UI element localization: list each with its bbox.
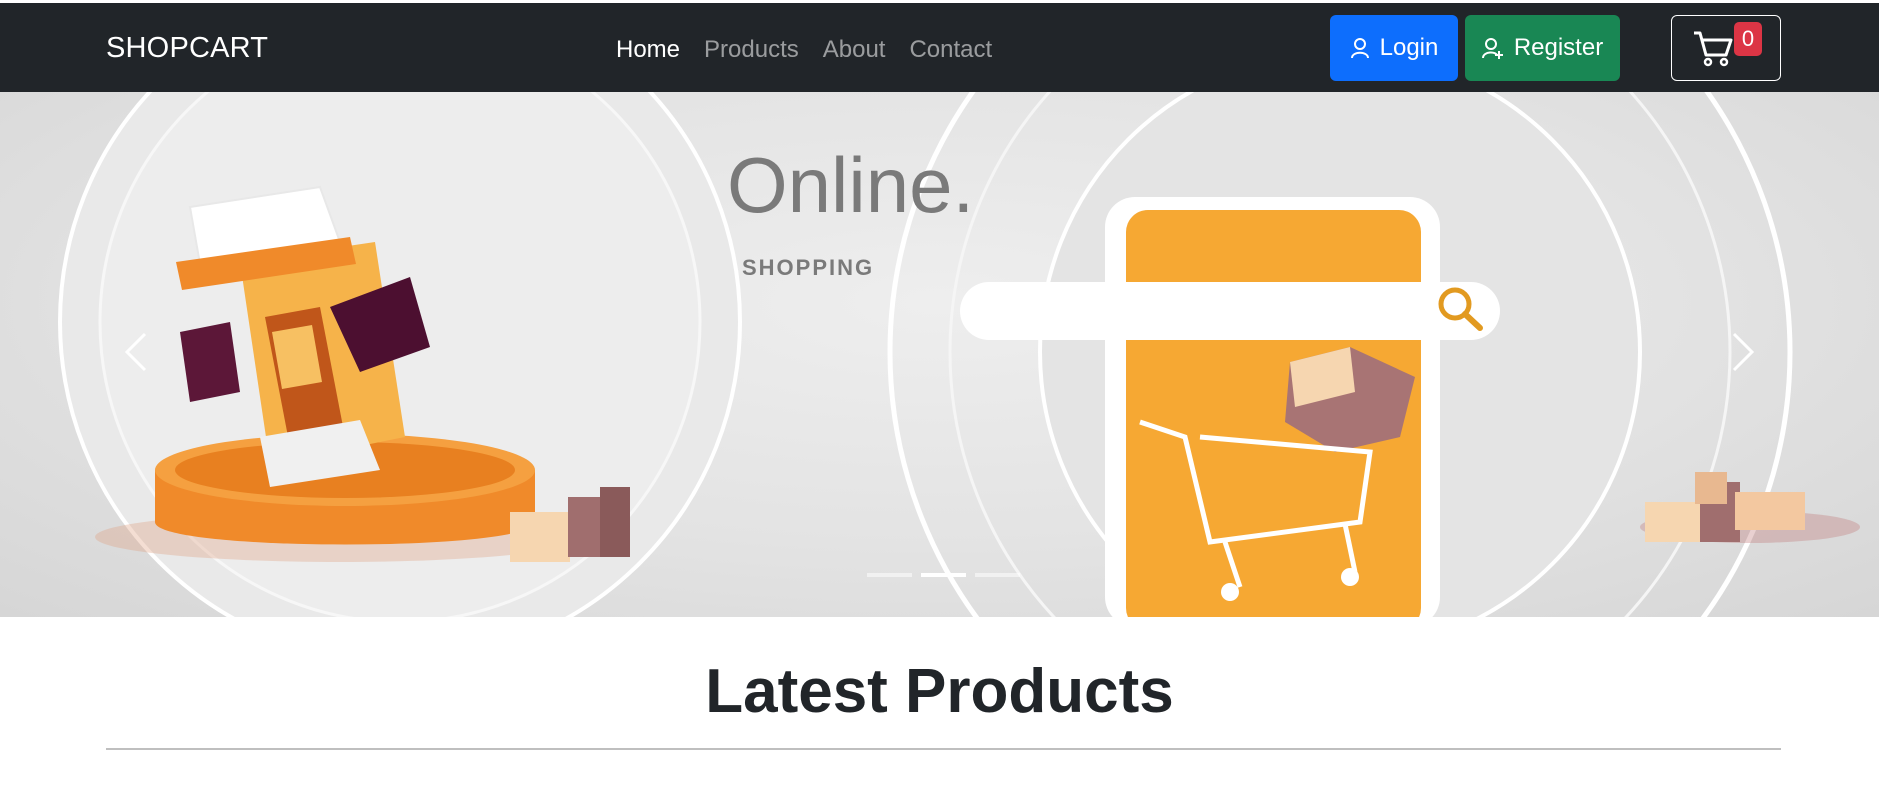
brand-logo[interactable]: SHOPCART bbox=[106, 32, 268, 65]
cart-icon bbox=[1692, 29, 1734, 67]
user-icon bbox=[1350, 37, 1370, 59]
hero-headline: Online. bbox=[727, 141, 974, 229]
cart-count-badge: 0 bbox=[1734, 22, 1762, 56]
nav-link-contact[interactable]: Contact bbox=[909, 36, 992, 64]
carousel-indicator-1[interactable] bbox=[867, 573, 912, 577]
carousel-indicators bbox=[867, 573, 1020, 577]
carousel-next-button[interactable] bbox=[1609, 92, 1879, 617]
register-button[interactable]: Register bbox=[1465, 15, 1620, 81]
carousel-indicator-2[interactable] bbox=[921, 573, 966, 577]
carousel-prev-button[interactable] bbox=[0, 92, 270, 617]
cart-button[interactable]: 0 bbox=[1671, 15, 1781, 81]
nav-link-home[interactable]: Home bbox=[616, 36, 680, 64]
carousel-indicator-3[interactable] bbox=[975, 573, 1020, 577]
nav-link-products[interactable]: Products bbox=[704, 36, 799, 64]
hero-slide-image: Online. SHOPPING bbox=[58, 92, 1860, 617]
nav-links: Home Products About Contact bbox=[616, 36, 992, 64]
hero-carousel: Online. SHOPPING bbox=[0, 92, 1879, 617]
section-divider bbox=[106, 748, 1781, 750]
user-plus-icon bbox=[1481, 37, 1504, 59]
chevron-right-icon bbox=[1730, 330, 1758, 379]
register-label: Register bbox=[1513, 34, 1604, 61]
nav-link-about[interactable]: About bbox=[823, 36, 886, 64]
hero-subline: SHOPPING bbox=[742, 255, 874, 280]
login-label: Login bbox=[1379, 34, 1439, 61]
login-button[interactable]: Login bbox=[1330, 15, 1458, 81]
chevron-left-icon bbox=[121, 330, 149, 379]
navbar: SHOPCART Home Products About Contact Log… bbox=[0, 3, 1879, 92]
latest-products-heading: Latest Products bbox=[705, 657, 1174, 726]
